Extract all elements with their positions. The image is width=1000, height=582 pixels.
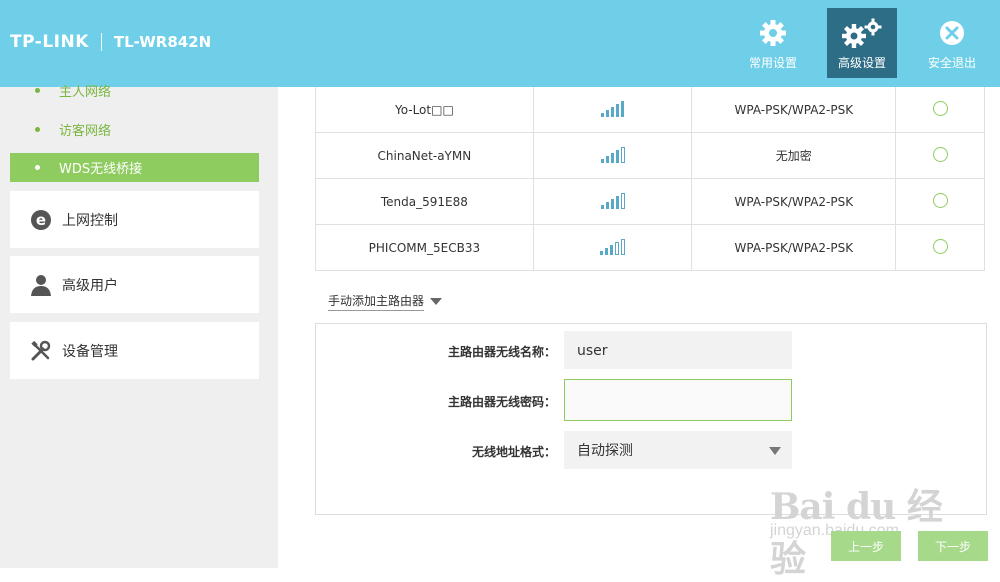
password-label: 主路由器无线密码： [447,395,556,409]
sidebar: 主人网络 访客网络 WDS无线桥接 e 上网控制 高级用户 设备管理 [0,85,278,568]
signal-cell [532,132,693,179]
sidebar-menu-label: 设备管理 [62,343,118,360]
table-row[interactable]: Tenda_591E88 WPA-PSK/WPA2-PSK [315,178,985,225]
sidebar-menu-label: 高级用户 [62,277,118,294]
triangle-down-icon [430,298,443,305]
main-content: Yo-Lot□□ WPA-PSK/WPA2-PSK ChinaNet-aYMN … [278,87,1000,580]
tools-icon [28,338,54,364]
gear-icon [750,16,796,50]
sidebar-item-guest-network[interactable]: 访客网络 [10,115,259,144]
ie-icon: e [28,207,54,233]
table-row[interactable]: ChinaNet-aYMN 无加密 [315,132,985,179]
sidebar-item-host-network[interactable]: 主人网络 [10,76,259,105]
user-icon [28,272,54,298]
network-ssid: Yo-Lot□□ [315,87,534,133]
select-cell [895,224,985,271]
sidebar-menu-internet-control[interactable]: e 上网控制 [10,191,259,248]
network-security: WPA-PSK/WPA2-PSK [691,224,897,271]
signal-icon [600,237,626,255]
signal-icon [601,99,625,117]
network-security: 无加密 [691,132,897,179]
manual-router-form: 主路由器无线名称： user 主路由器无线密码： 无线地址格式： 自动探测 [315,323,987,515]
nav-logout-label: 安全退出 [927,56,976,70]
signal-icon [600,145,625,163]
bullet-icon [35,127,40,132]
sidebar-item-label: 访客网络 [59,124,112,139]
top-header: TP-LINK TL-WR842N 常用设置 高级设置 安全退出 [0,0,1000,87]
ssid-input[interactable]: user [564,331,792,369]
select-cell [895,178,985,225]
signal-cell [532,224,693,271]
model-name: TL-WR842N [113,33,212,51]
bullet-icon [35,88,40,93]
select-radio[interactable] [932,192,948,208]
chevron-down-icon [769,447,781,455]
address-mode-label: 无线地址格式： [471,445,556,459]
address-mode-select[interactable]: 自动探测 [564,431,792,469]
network-ssid: ChinaNet-aYMN [315,132,534,179]
address-mode-value: 自动探测 [577,443,633,459]
select-cell [895,87,985,133]
ssid-label: 主路由器无线名称： [447,345,556,359]
sidebar-item-label: 主人网络 [59,85,112,100]
password-input[interactable] [564,379,792,421]
nav-logout[interactable]: 安全退出 [917,8,987,78]
sidebar-menu-label: 上网控制 [62,212,118,229]
nav-common-label: 常用设置 [748,56,797,70]
manual-add-router-toggle[interactable]: 手动添加主路由器 [328,292,443,311]
sidebar-menu-device-management[interactable]: 设备管理 [10,322,259,379]
nav-common-settings[interactable]: 常用设置 [738,8,808,78]
network-security: WPA-PSK/WPA2-PSK [691,87,897,133]
select-radio[interactable] [932,146,948,162]
manual-add-router-label: 手动添加主路由器 [328,292,425,311]
wifi-scan-table: Yo-Lot□□ WPA-PSK/WPA2-PSK ChinaNet-aYMN … [315,87,985,271]
sidebar-menu-advanced-user[interactable]: 高级用户 [10,256,259,313]
gears-icon [839,16,885,50]
svg-text:e: e [36,211,46,229]
table-row[interactable]: Yo-Lot□□ WPA-PSK/WPA2-PSK [315,87,985,133]
network-ssid: PHICOMM_5ECB33 [315,224,534,271]
prev-step-button[interactable]: 上一步 [831,531,901,561]
select-radio[interactable] [932,238,948,254]
select-cell [895,132,985,179]
brand-logo: TP-LINK [10,32,89,52]
close-icon [929,16,975,50]
sidebar-item-label: WDS无线桥接 [59,162,143,177]
brand-divider [100,33,102,51]
signal-cell [532,178,693,225]
network-security: WPA-PSK/WPA2-PSK [691,178,897,225]
nav-advanced-label: 高级设置 [837,56,886,70]
signal-icon [600,191,625,209]
brand: TP-LINK TL-WR842N [10,32,211,52]
table-row[interactable]: PHICOMM_5ECB33 WPA-PSK/WPA2-PSK [315,224,985,271]
network-ssid: Tenda_591E88 [315,178,534,225]
bullet-icon [35,165,40,170]
nav-advanced-settings[interactable]: 高级设置 [827,8,897,78]
signal-cell [532,87,693,133]
sidebar-item-wds-bridge[interactable]: WDS无线桥接 [10,153,259,182]
next-step-button[interactable]: 下一步 [918,531,988,561]
select-radio[interactable] [932,100,948,116]
